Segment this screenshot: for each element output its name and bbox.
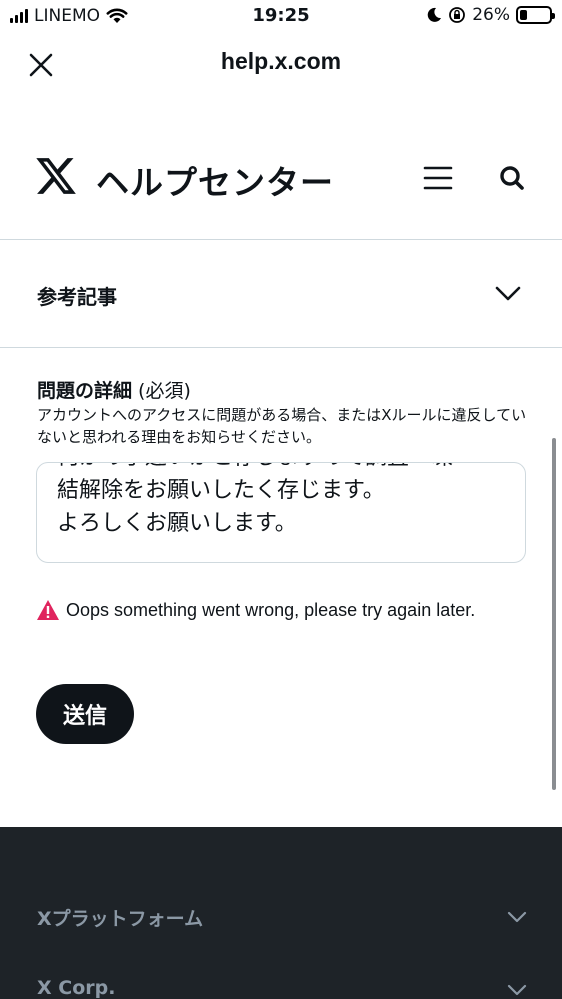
chevron-down-icon — [507, 984, 527, 996]
footer-item-label: X Corp. — [37, 977, 116, 999]
orientation-lock-icon — [449, 7, 466, 23]
details-textarea[interactable]: 何かの手違いかと存じますので調査・凍 結解除をお願いしたく存じます。 よろしくお… — [36, 462, 526, 563]
search-button[interactable] — [494, 160, 530, 196]
battery-percent: 26% — [472, 5, 510, 25]
help-center-header: ヘルプセンター — [0, 140, 562, 220]
menu-icon — [423, 166, 453, 190]
related-articles-accordion[interactable]: 参考記事 — [0, 240, 562, 348]
field-label: 問題の詳細 (必須) — [37, 376, 191, 403]
status-bar: LINEMO 19:25 26% — [0, 0, 562, 34]
chevron-down-icon — [507, 911, 527, 923]
battery-fill — [520, 10, 528, 20]
field-required-text: (必須) — [132, 380, 191, 402]
status-bar-right: 26% — [426, 5, 555, 25]
footer-item-x-platform[interactable]: Xプラットフォーム — [0, 889, 562, 949]
field-label-title: 問題の詳細 — [37, 380, 133, 402]
help-center-title[interactable]: ヘルプセンター — [96, 156, 334, 204]
menu-button[interactable] — [420, 160, 456, 196]
battery-icon — [516, 6, 555, 24]
footer-item-label: Xプラットフォーム — [37, 908, 204, 930]
x-logo-icon[interactable] — [34, 154, 78, 202]
related-articles-label: 参考記事 — [37, 285, 117, 309]
submit-button[interactable]: 送信 — [36, 684, 134, 744]
error-message: Oops something went wrong, please try ag… — [36, 598, 516, 622]
textarea-line: よろしくお願いします。 — [57, 511, 297, 536]
footer: Xプラットフォーム X Corp. — [0, 827, 562, 999]
footer-item-x-corp[interactable]: X Corp. — [0, 962, 562, 999]
browser-header: help.x.com — [0, 34, 562, 94]
moon-icon — [427, 7, 442, 22]
accordion-divider — [0, 347, 562, 348]
textarea-line: 結解除をお願いしたく存じます。 — [57, 478, 385, 503]
error-text: Oops something went wrong, please try ag… — [66, 600, 476, 620]
warning-icon — [37, 600, 59, 620]
textarea-content: 何かの手違いかと存じますので調査・凍 結解除をお願いしたく存じます。 よろしくお… — [57, 463, 507, 540]
search-icon — [500, 166, 524, 190]
scrollbar[interactable] — [552, 438, 556, 790]
field-description: アカウントへのアクセスに問題がある場合、またはXルールに違反していないと思われる… — [37, 406, 527, 446]
page-domain: help.x.com — [220, 48, 342, 74]
textarea-line: 何かの手違いかと存じますので調査・凍 — [57, 463, 507, 474]
chevron-down-icon — [495, 286, 521, 301]
